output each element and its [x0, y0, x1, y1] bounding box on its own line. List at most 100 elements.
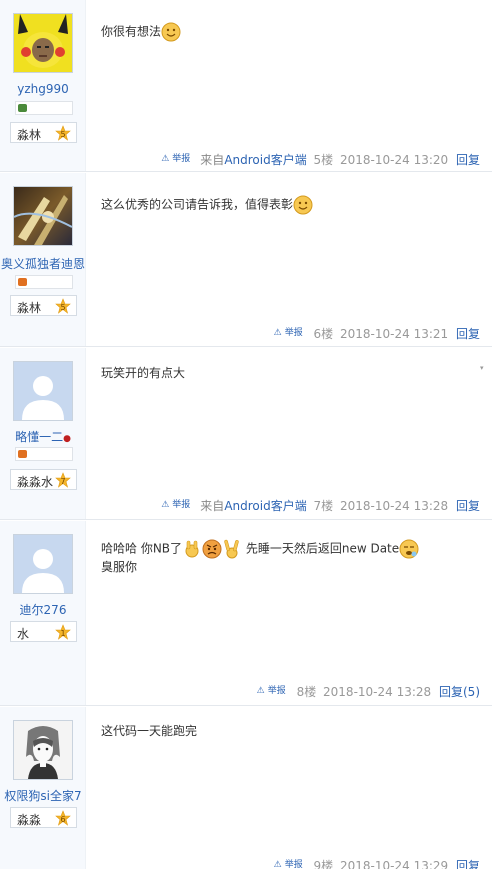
- post-floor-9: 权限狗si全家7 淼淼 6 这代码一天能跑完 ⚠ 举报 9楼 2018-10-24…: [0, 707, 492, 869]
- source-text: 来自Android客户端: [197, 499, 306, 513]
- post-time: 2018-10-24 13:28: [340, 499, 449, 513]
- post-tail: ⚠ 举报 来自Android客户端 7楼 2018-10-24 13:28 回复: [158, 497, 480, 514]
- level-number: 6: [60, 815, 65, 824]
- report-link[interactable]: ⚠ 举报: [257, 686, 286, 696]
- post-time: 2018-10-24 13:28: [323, 685, 432, 699]
- cherry-icon: ●: [63, 434, 71, 444]
- level-badge[interactable]: 水 1: [10, 621, 77, 642]
- post-text: 玩笑开的有点大: [101, 366, 186, 380]
- report-link[interactable]: ⚠ 举报: [274, 860, 303, 869]
- badge-icon[interactable]: [18, 278, 27, 286]
- report-label: 举报: [284, 860, 303, 869]
- reply-link[interactable]: 回复(5): [439, 685, 480, 699]
- smile-emoji-icon: [293, 195, 313, 215]
- smile-emoji-icon: [161, 22, 181, 42]
- post-line-1: 哈哈哈 你NB了 先睡一天然后返回new Date: [101, 539, 419, 559]
- report-link[interactable]: ⚠ 举报: [274, 328, 303, 338]
- badge-icon[interactable]: [18, 450, 27, 458]
- author-panel: 略懂一二● 淼淼水 7: [0, 348, 86, 519]
- floor-number: 5楼: [313, 153, 334, 167]
- floor-number: 9楼: [313, 859, 334, 869]
- reply-link[interactable]: 回复: [456, 327, 480, 341]
- avatar[interactable]: [13, 186, 73, 246]
- post-content: 玩笑开的有点大: [101, 365, 185, 381]
- reply-link[interactable]: 回复: [456, 153, 480, 167]
- post-text-part1: 哈哈哈 你NB了: [101, 541, 183, 556]
- level-name: 水: [17, 627, 30, 641]
- post-text: 你很有想法: [101, 24, 162, 39]
- reply-link[interactable]: 回复: [456, 859, 480, 869]
- avatar[interactable]: [13, 13, 73, 73]
- angry-emoji-icon: [202, 539, 222, 559]
- level-number: 1: [60, 629, 65, 638]
- badge-row: [15, 275, 73, 289]
- username[interactable]: 权限狗si全家7: [0, 787, 86, 804]
- level-number: 5: [60, 130, 65, 139]
- level-badge[interactable]: 淼淼水 7: [10, 469, 77, 490]
- post-text-part2: 先睡一天然后返回new Date: [242, 541, 400, 556]
- post-line-2: 臭服你: [101, 560, 138, 574]
- author-panel: 权限狗si全家7 淼淼 6: [0, 707, 86, 869]
- sleepy-emoji-icon: [399, 539, 419, 559]
- post-content: 这代码一天能跑完: [101, 723, 197, 739]
- post-time: 2018-10-24 13:29: [340, 859, 449, 869]
- report-link[interactable]: ⚠ 举报: [161, 500, 190, 510]
- avatar[interactable]: [13, 361, 73, 421]
- post-tail: ⚠ 举报 8楼 2018-10-24 13:28 回复(5): [254, 683, 480, 700]
- level-star-icon: 5: [55, 298, 71, 314]
- level-star-icon: 6: [55, 810, 71, 826]
- reply-link[interactable]: 回复: [456, 499, 480, 513]
- report-label: 举报: [284, 328, 303, 338]
- level-number: 7: [60, 477, 65, 486]
- username[interactable]: yzhg990: [0, 82, 86, 96]
- post-text: 这么优秀的公司请告诉我，值得表彰: [101, 197, 294, 212]
- post-text: 这代码一天能跑完: [101, 724, 198, 738]
- post-list: yzhg990 淼林 5 你很有想法 ⚠ 举报 来自Android客户端 5楼 20…: [0, 0, 492, 869]
- badge-row: [15, 447, 73, 461]
- source-app-link[interactable]: Android客户端: [224, 153, 306, 167]
- username-text: 略懂一二: [15, 430, 64, 444]
- post-content: 你很有想法: [101, 22, 181, 42]
- username[interactable]: 迪尔276: [0, 601, 86, 618]
- post-floor-5: yzhg990 淼林 5 你很有想法 ⚠ 举报 来自Android客户端 5楼 20…: [0, 0, 492, 172]
- source-prefix: 来自: [200, 499, 225, 513]
- report-label: 举报: [267, 686, 286, 696]
- post-content: 这么优秀的公司请告诉我，值得表彰: [101, 195, 313, 215]
- post-tail: ⚠ 举报 9楼 2018-10-24 13:29 回复: [271, 857, 480, 869]
- post-floor-6: 奥义孤独者迪恩 淼林 5 这么优秀的公司请告诉我，值得表彰 ⚠ 举报 6楼 201…: [0, 173, 492, 347]
- level-number: 5: [60, 303, 65, 312]
- floor-number: 6楼: [313, 327, 334, 341]
- report-link[interactable]: ⚠ 举报: [161, 154, 190, 164]
- floor-number: 7楼: [313, 499, 334, 513]
- avatar[interactable]: [13, 720, 73, 780]
- author-panel: yzhg990 淼林 5: [0, 0, 86, 171]
- source-app-link[interactable]: Android客户端: [224, 499, 306, 513]
- level-name: 淼淼水: [17, 475, 54, 489]
- level-star-icon: 5: [55, 125, 71, 141]
- badge-icon[interactable]: [18, 104, 27, 112]
- level-name: 淼淼: [17, 813, 42, 827]
- avatar[interactable]: [13, 534, 73, 594]
- source-text: 来自Android客户端: [197, 153, 306, 167]
- level-badge[interactable]: 淼淼 6: [10, 807, 77, 828]
- post-floor-7: 略懂一二● 淼淼水 7 ▾ 玩笑开的有点大 ⚠ 举报 来自Android客户端 7楼…: [0, 348, 492, 520]
- badge-row: [15, 101, 73, 115]
- post-menu-chevron-icon[interactable]: ▾: [480, 364, 489, 373]
- username[interactable]: 略懂一二●: [0, 428, 86, 445]
- level-name: 淼林: [17, 128, 42, 142]
- level-badge[interactable]: 淼林 5: [10, 122, 77, 143]
- victory-hand-emoji-icon: [224, 539, 239, 559]
- post-content: 哈哈哈 你NB了 先睡一天然后返回new Date 臭服你: [101, 539, 419, 575]
- post-tail: ⚠ 举报 6楼 2018-10-24 13:21 回复: [271, 325, 480, 342]
- post-time: 2018-10-24 13:21: [340, 327, 449, 341]
- post-floor-8: 迪尔276 水 1 哈哈哈 你NB了 先睡一天然后返回new Date 臭服你 …: [0, 521, 492, 706]
- post-tail: ⚠ 举报 来自Android客户端 5楼 2018-10-24 13:20 回复: [158, 151, 480, 168]
- username[interactable]: 奥义孤独者迪恩: [0, 255, 86, 272]
- level-star-icon: 7: [55, 472, 71, 488]
- level-star-icon: 1: [55, 624, 71, 640]
- author-panel: 迪尔276 水 1: [0, 521, 86, 705]
- level-badge[interactable]: 淼林 5: [10, 295, 77, 316]
- rock-hand-emoji-icon: [185, 540, 199, 558]
- report-label: 举报: [172, 500, 191, 510]
- author-panel: 奥义孤独者迪恩 淼林 5: [0, 173, 86, 346]
